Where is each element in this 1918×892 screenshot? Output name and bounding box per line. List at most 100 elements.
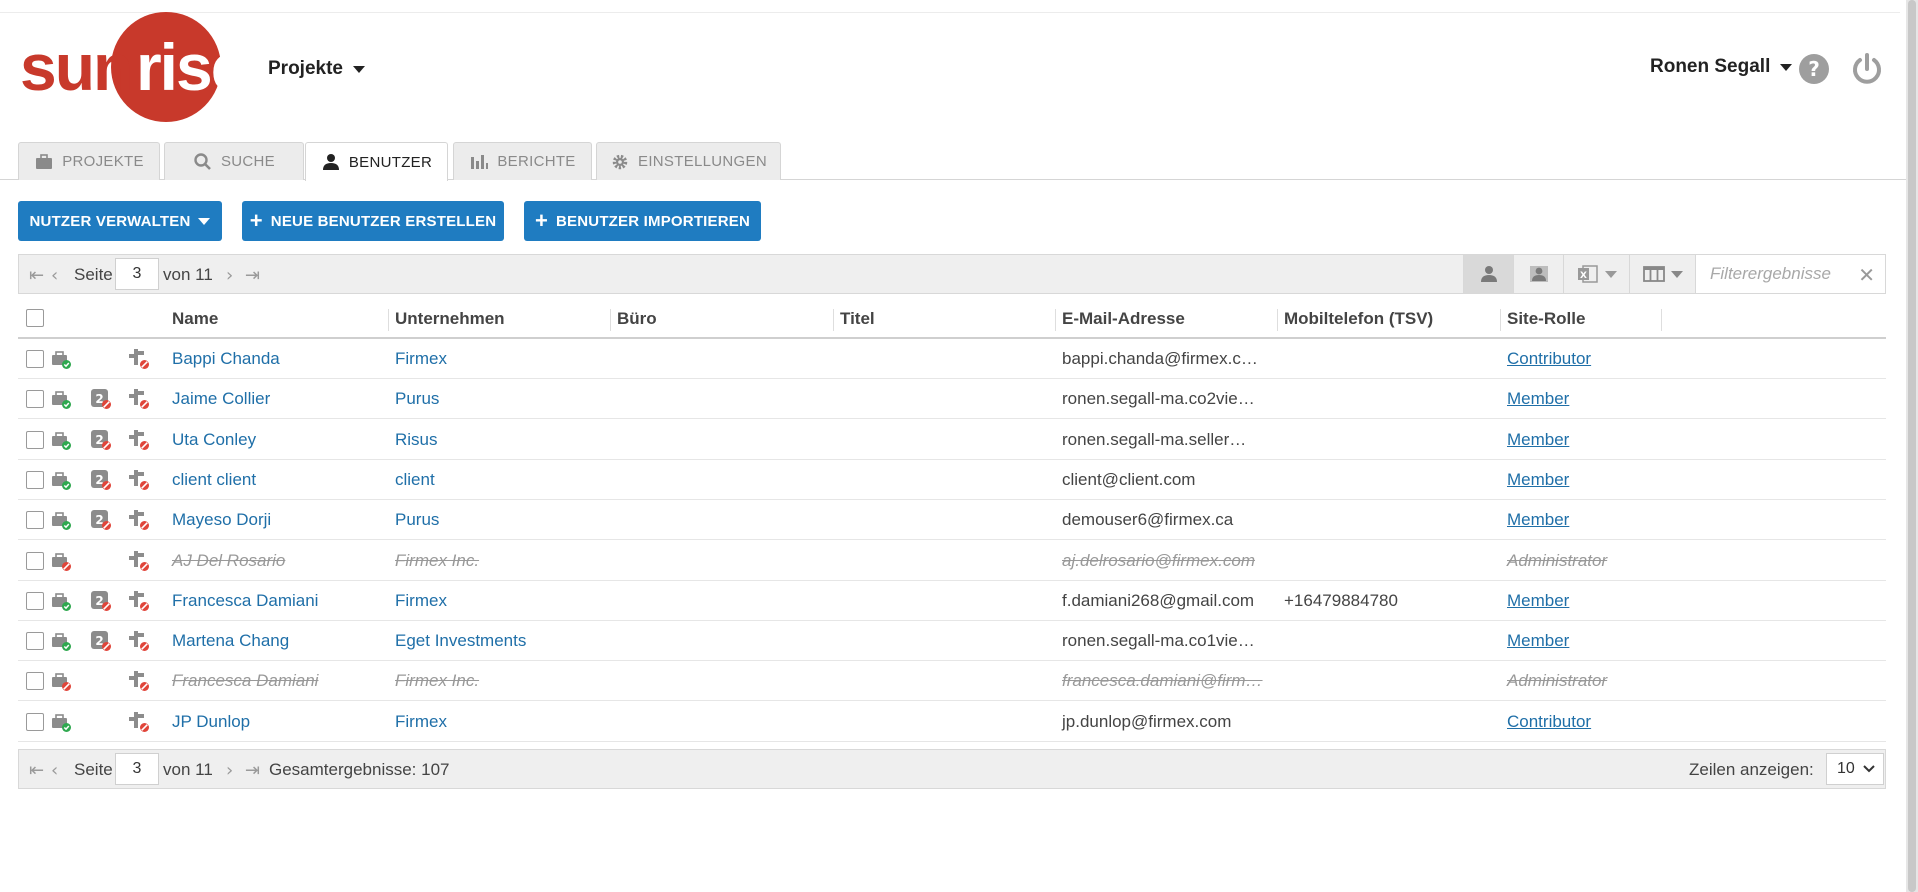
table-row[interactable]: 2 Uta Conley Risus ronen.segall-ma.selle… — [18, 420, 1886, 460]
row-checkbox[interactable] — [26, 591, 44, 610]
prev-page-icon[interactable]: ‹ — [51, 760, 58, 781]
manage-users-button[interactable]: NUTZER VERWALTEN — [18, 201, 222, 241]
hierarchy-disabled-icon[interactable] — [128, 711, 150, 733]
company-link[interactable]: Risus — [395, 430, 438, 450]
deleted-users-view-button[interactable] — [1513, 255, 1563, 293]
table-row[interactable]: 2 Martena Chang Eget Investments ronen.s… — [18, 621, 1886, 662]
company-link[interactable]: Eget Investments — [395, 631, 526, 651]
table-row[interactable]: Francesca Damiani Firmex Inc. francesca.… — [18, 661, 1886, 702]
hierarchy-disabled-icon[interactable] — [128, 590, 150, 612]
hierarchy-disabled-icon[interactable] — [128, 348, 150, 370]
site-role-link[interactable]: Administrator — [1507, 551, 1607, 571]
company-link[interactable]: Firmex — [395, 712, 447, 732]
row-checkbox[interactable] — [26, 632, 44, 651]
site-role-link[interactable]: Member — [1507, 631, 1569, 651]
table-row[interactable]: 2 Francesca Damiani Firmex f.damiani268@… — [18, 581, 1886, 621]
user-name-link[interactable]: Mayeso Dorji — [172, 510, 271, 530]
user-name-link[interactable]: Bappi Chanda — [172, 349, 280, 369]
hierarchy-disabled-icon[interactable] — [128, 509, 150, 531]
hierarchy-disabled-icon[interactable] — [128, 630, 150, 652]
table-row[interactable]: Bappi Chanda Firmex bappi.chanda@firmex.… — [18, 339, 1886, 379]
row-checkbox[interactable] — [26, 390, 44, 409]
company-link[interactable]: Purus — [395, 389, 439, 409]
last-page-icon[interactable]: ⇥ — [245, 265, 260, 286]
user-name-link[interactable]: Uta Conley — [172, 430, 256, 450]
prev-page-icon[interactable]: ‹ — [51, 265, 58, 286]
page-input[interactable]: 3 — [115, 258, 159, 290]
row-checkbox[interactable] — [26, 712, 44, 731]
tab-berichte[interactable]: BERICHTE — [453, 142, 592, 180]
first-page-icon[interactable]: ⇤ — [29, 760, 44, 781]
column-header-mobile[interactable]: Mobiltelefon (TSV) — [1284, 309, 1433, 329]
close-icon[interactable]: ✕ — [1858, 263, 1875, 288]
hierarchy-disabled-icon[interactable] — [128, 429, 150, 451]
column-header-office[interactable]: Büro — [617, 309, 657, 329]
site-role-link[interactable]: Member — [1507, 430, 1569, 450]
column-header-site-role[interactable]: Site-Rolle — [1507, 309, 1585, 329]
user-name-link[interactable]: AJ Del Rosario — [172, 551, 285, 571]
row-checkbox[interactable] — [26, 430, 44, 449]
site-role-link[interactable]: Member — [1507, 591, 1569, 611]
hierarchy-disabled-icon[interactable] — [128, 469, 150, 491]
company-link[interactable]: Firmex — [395, 591, 447, 611]
import-users-button[interactable]: + BENUTZER IMPORTIEREN — [524, 201, 761, 241]
column-header-email[interactable]: E-Mail-Adresse — [1062, 309, 1185, 329]
help-icon[interactable]: ? — [1798, 53, 1830, 85]
power-icon[interactable] — [1850, 52, 1884, 86]
user-name-link[interactable]: Martena Chang — [172, 631, 289, 651]
site-role-link[interactable]: Administrator — [1507, 671, 1607, 691]
row-checkbox[interactable] — [26, 511, 44, 530]
hierarchy-disabled-icon[interactable] — [128, 388, 150, 410]
new-user-button[interactable]: + NEUE BENUTZER ERSTELLEN — [242, 201, 504, 241]
sunrise-logo[interactable]: sun rise — [18, 12, 248, 122]
table-row[interactable]: JP Dunlop Firmex jp.dunlop@firmex.com Co… — [18, 702, 1886, 742]
site-role-link[interactable]: Contributor — [1507, 349, 1591, 369]
active-users-view-button[interactable] — [1463, 255, 1513, 293]
select-all-checkbox[interactable] — [26, 309, 44, 327]
table-row[interactable]: AJ Del Rosario Firmex Inc. aj.delrosario… — [18, 541, 1886, 581]
page-input[interactable]: 3 — [115, 753, 159, 785]
first-page-icon[interactable]: ⇤ — [29, 265, 44, 286]
row-checkbox[interactable] — [26, 470, 44, 489]
site-role-link[interactable]: Contributor — [1507, 712, 1591, 732]
user-name-link[interactable]: JP Dunlop — [172, 712, 250, 732]
user-name-link[interactable]: client client — [172, 470, 256, 490]
user-name-link[interactable]: Jaime Collier — [172, 389, 270, 409]
table-row[interactable]: 2 Mayeso Dorji Purus demouser6@firmex.ca… — [18, 500, 1886, 541]
hierarchy-disabled-icon[interactable] — [128, 550, 150, 572]
company-link[interactable]: Purus — [395, 510, 439, 530]
user-dropdown[interactable]: Ronen Segall — [1650, 56, 1793, 78]
hierarchy-disabled-icon[interactable] — [128, 670, 150, 692]
row-checkbox[interactable] — [26, 672, 44, 691]
site-role-link[interactable]: Member — [1507, 389, 1569, 409]
tab-projekte[interactable]: PROJEKTE — [18, 142, 160, 180]
site-role-link[interactable]: Member — [1507, 470, 1569, 490]
company-link[interactable]: Firmex Inc. — [395, 671, 479, 691]
table-row[interactable]: 2 client client client client@client.com… — [18, 460, 1886, 500]
filter-input[interactable]: Filterergebnisse ✕ — [1695, 255, 1885, 293]
excel-export-button[interactable]: X — [1563, 255, 1629, 293]
two-factor-disabled-icon: 2 — [90, 509, 112, 531]
user-name-link[interactable]: Francesca Damiani — [172, 671, 318, 691]
site-role-link[interactable]: Member — [1507, 510, 1569, 530]
row-checkbox[interactable] — [26, 350, 44, 368]
tab-suche[interactable]: SUCHE — [164, 142, 304, 180]
column-header-title[interactable]: Titel — [840, 309, 875, 329]
table-row[interactable]: 2 Jaime Collier Purus ronen.segall-ma.co… — [18, 379, 1886, 420]
user-name-link[interactable]: Francesca Damiani — [172, 591, 318, 611]
last-page-icon[interactable]: ⇥ — [245, 760, 260, 781]
row-checkbox[interactable] — [26, 551, 44, 570]
next-page-icon[interactable]: › — [226, 265, 233, 286]
company-link[interactable]: client — [395, 470, 435, 490]
column-header-name[interactable]: Name — [172, 309, 218, 329]
next-page-icon[interactable]: › — [226, 760, 233, 781]
rows-per-page-select[interactable]: 10 — [1826, 753, 1884, 785]
company-link[interactable]: Firmex — [395, 349, 447, 369]
company-link[interactable]: Firmex Inc. — [395, 551, 479, 571]
projects-dropdown[interactable]: Projekte — [268, 58, 365, 80]
columns-button[interactable] — [1629, 255, 1695, 293]
column-header-company[interactable]: Unternehmen — [395, 309, 505, 329]
tab-einstellungen[interactable]: EINSTELLUNGEN — [596, 142, 781, 180]
tab-benutzer[interactable]: BENUTZER — [305, 142, 448, 181]
page-scrollbar[interactable] — [1906, 0, 1918, 892]
